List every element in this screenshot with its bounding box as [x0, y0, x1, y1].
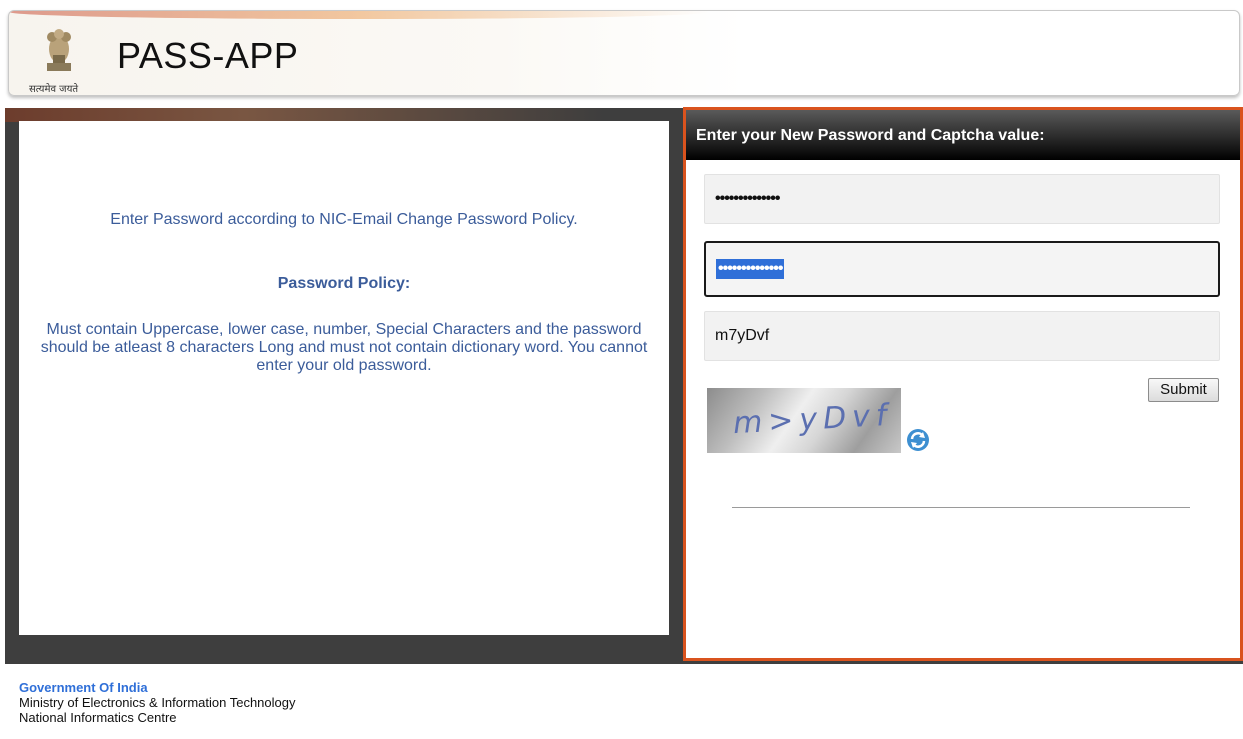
emblem-caption: सत्यमेव जयते [29, 84, 79, 95]
form-divider [732, 507, 1190, 508]
policy-heading: Password Policy: [277, 275, 411, 292]
national-emblem-icon [47, 29, 71, 71]
policy-info-panel: Enter Password according to NIC-Email Ch… [19, 121, 669, 635]
new-password-value: •••••••••••••• [715, 190, 780, 207]
submit-button[interactable]: Submit [1148, 378, 1219, 402]
header-decoration [9, 11, 709, 19]
captcha-image: m>yDvf [707, 388, 901, 453]
confirm-password-value: •••••••••••••• [716, 259, 785, 279]
footer-centre: National Informatics Centre [19, 710, 177, 725]
app-header: सत्यमेव जयते PASS-APP [8, 10, 1240, 96]
app-title: PASS-APP [117, 35, 299, 76]
footer-ministry: Ministry of Electronics & Information Te… [19, 695, 296, 710]
footer-government-link[interactable]: Government Of India [19, 680, 296, 695]
policy-description: Must contain Uppercase, lower case, numb… [40, 321, 648, 374]
new-password-field[interactable]: •••••••••••••• [704, 174, 1220, 224]
captcha-input[interactable]: m7yDvf [704, 311, 1220, 361]
captcha-input-value: m7yDvf [715, 327, 770, 344]
change-password-form: Enter your New Password and Captcha valu… [683, 107, 1243, 661]
form-heading: Enter your New Password and Captcha valu… [686, 110, 1240, 160]
confirm-password-field[interactable]: •••••••••••••• [704, 241, 1220, 297]
policy-intro-text: Enter Password according to NIC-Email Ch… [110, 211, 578, 228]
band-decoration [5, 108, 605, 122]
captcha-image-text: m>yDvf [732, 397, 894, 442]
footer: Government Of India Ministry of Electron… [19, 680, 296, 725]
refresh-captcha-icon[interactable] [906, 428, 930, 452]
